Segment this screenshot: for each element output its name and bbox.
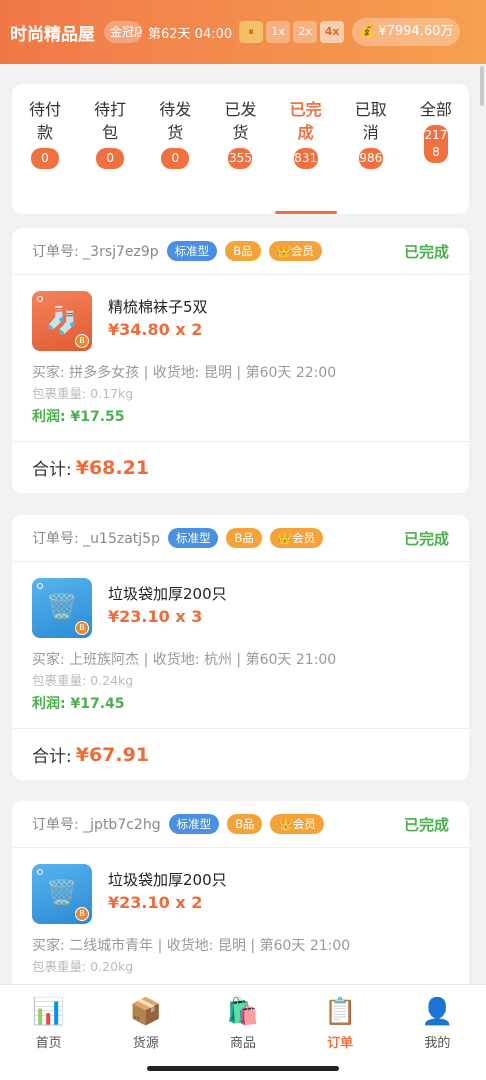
home-indicator — [147, 1066, 339, 1071]
order-status: 已完成 — [403, 242, 449, 261]
total-value: ¥67.91 — [75, 743, 150, 766]
nav-profile[interactable]: 👤 我的 — [397, 995, 477, 1080]
grade-tag: B品 — [226, 528, 262, 548]
product-name: 垃圾袋加厚200只 — [108, 585, 227, 603]
tab-count-badge: 2178 — [423, 125, 448, 163]
tab-count-badge: 986 — [358, 148, 383, 169]
tab-label: 已完成 — [289, 100, 322, 142]
buyer-info: 买家: 拼多多女孩 | 收货地: 昆明 | 第60天 22:00 — [32, 365, 337, 381]
total-label: 合计: — [32, 460, 72, 480]
order-header: 订单号: _jptb7c2hg 标准型 B品 👑会员 已完成 — [12, 801, 469, 848]
nav-label: 首页 — [35, 1036, 62, 1051]
product-price-qty: ¥34.80 x 2 — [108, 320, 203, 339]
nav-home[interactable]: 📊 首页 — [9, 995, 89, 1080]
tab-count-badge: 355 — [228, 148, 253, 169]
order-status: 已完成 — [403, 529, 449, 548]
tab-count-badge: 0 — [31, 148, 59, 169]
order-profit: 利润: ¥17.55 — [32, 409, 125, 425]
tab-count-badge: 831 — [293, 148, 318, 169]
package-weight: 包裹重量: 0.20kg — [32, 959, 134, 974]
package-icon: 📦 — [129, 997, 162, 1027]
nav-label: 商品 — [229, 1036, 256, 1051]
tab-shipped[interactable]: 已发货 355 — [213, 84, 267, 214]
order-header: 订单号: _u15zatj5p 标准型 B品 👑会员 已完成 — [12, 515, 469, 562]
trash-bin-icon: 🗑️ B — [32, 864, 92, 924]
order-total: 合计: ¥68.21 — [12, 441, 469, 493]
tab-all[interactable]: 全部 2178 — [409, 84, 463, 214]
order-status-tabs: 待付款 0 待打包 0 待发货 0 已发货 355 已完成 831 已取消 98… — [12, 84, 469, 214]
type-tag: 标准型 — [167, 528, 219, 548]
product-price-qty: ¥23.10 x 3 — [108, 607, 203, 626]
package-weight: 包裹重量: 0.24kg — [32, 673, 134, 688]
vip-tag: 👑会员 — [268, 241, 322, 261]
vip-tag: 👑会员 — [270, 814, 324, 834]
product-price-qty: ¥23.10 x 2 — [108, 893, 203, 912]
order-header: 订单号: _3rsj7ez9p 标准型 B品 👑会员 已完成 — [12, 228, 469, 275]
shopping-bags-icon: 🛍️ — [226, 997, 260, 1027]
socks-icon: 🧦 B — [32, 291, 92, 351]
grade-tag: B品 — [225, 241, 261, 261]
shop-name: 时尚精品屋 — [10, 24, 95, 45]
order-id: 订单号: _3rsj7ez9p — [32, 244, 159, 260]
tab-pending-ship[interactable]: 待发货 0 — [148, 84, 202, 214]
buyer-info: 买家: 上班族阿杰 | 收货地: 杭州 | 第60天 21:00 — [32, 652, 337, 668]
type-tag: 标准型 — [166, 241, 218, 261]
tab-label: 待发货 — [159, 100, 192, 142]
tab-label: 已取消 — [354, 100, 387, 142]
trash-bin-icon: 🗑️ B — [32, 578, 92, 638]
buyer-info: 买家: 二线城市青年 | 收货地: 昆明 | 第60天 21:00 — [32, 938, 351, 954]
tab-completed[interactable]: 已完成 831 — [274, 84, 337, 214]
nav-label: 订单 — [327, 1036, 354, 1051]
top-header: 时尚精品屋 金冠店 第62天 04:00 ⏸ 1x 2x 4x 💰 ¥7994.… — [0, 0, 486, 64]
speed-1x-button[interactable]: 1x — [266, 21, 291, 43]
tab-pending-pack[interactable]: 待打包 0 — [83, 84, 137, 214]
order-card[interactable]: 订单号: _u15zatj5p 标准型 B品 👑会员 已完成 🗑️ B 垃圾袋加厚… — [12, 515, 469, 780]
grade-tag: B品 — [227, 814, 263, 834]
money-amount: ¥7994.60万 — [378, 24, 454, 39]
tab-count-badge: 0 — [96, 148, 125, 169]
tab-label: 待打包 — [94, 100, 127, 142]
total-value: ¥68.21 — [75, 456, 150, 479]
order-card[interactable]: 订单号: _jptb7c2hg 标准型 B品 👑会员 已完成 🗑️ B 垃圾袋加厚… — [12, 801, 469, 1001]
type-tag: 标准型 — [168, 814, 220, 834]
user-icon: 👤 — [421, 997, 454, 1027]
order-card[interactable]: 订单号: _3rsj7ez9p 标准型 B品 👑会员 已完成 🧦 B 精梳棉袜子5… — [12, 228, 469, 493]
pause-icon: ⏸ — [248, 25, 254, 38]
order-profit: 利润: ¥17.45 — [32, 696, 125, 712]
tab-count-badge: 0 — [161, 148, 190, 169]
product-row: 🗑️ B 垃圾袋加厚200只 ¥23.10 x 2 — [12, 848, 469, 924]
product-row: 🗑️ B 垃圾袋加厚200只 ¥23.10 x 3 — [12, 562, 469, 638]
shop-level-badge: 金冠店 — [104, 21, 142, 43]
tab-label: 全部 — [419, 100, 452, 119]
pause-button[interactable]: ⏸ — [239, 21, 264, 43]
scrollbar[interactable] — [480, 66, 484, 106]
chart-icon: 📊 — [32, 997, 65, 1027]
speed-4x-button[interactable]: 4x — [320, 21, 345, 43]
tab-pending-payment[interactable]: 待付款 0 — [18, 84, 72, 214]
total-label: 合计: — [32, 747, 72, 767]
order-id: 订单号: _u15zatj5p — [32, 531, 160, 547]
product-name: 垃圾袋加厚200只 — [108, 871, 227, 889]
order-total: 合计: ¥67.91 — [12, 728, 469, 780]
game-day-time: 第62天 04:00 — [148, 26, 233, 42]
tab-label: 已发货 — [224, 100, 257, 142]
tab-cancelled[interactable]: 已取消 986 — [344, 84, 398, 214]
nav-label: 我的 — [424, 1036, 451, 1051]
clipboard-icon: 📋 — [323, 997, 357, 1027]
money-display: 💰 ¥7994.60万 — [352, 18, 461, 46]
vip-tag: 👑会员 — [269, 528, 324, 548]
tab-label: 待付款 — [28, 100, 61, 142]
order-id: 订单号: _jptb7c2hg — [32, 817, 161, 833]
product-row: 🧦 B 精梳棉袜子5双 ¥34.80 x 2 — [12, 275, 469, 351]
product-name: 精梳棉袜子5双 — [108, 298, 208, 316]
order-status: 已完成 — [403, 815, 449, 834]
package-weight: 包裹重量: 0.17kg — [32, 386, 134, 401]
nav-label: 货源 — [132, 1036, 159, 1051]
money-bag-icon: 💰 — [359, 24, 376, 39]
speed-2x-button[interactable]: 2x — [293, 21, 318, 43]
